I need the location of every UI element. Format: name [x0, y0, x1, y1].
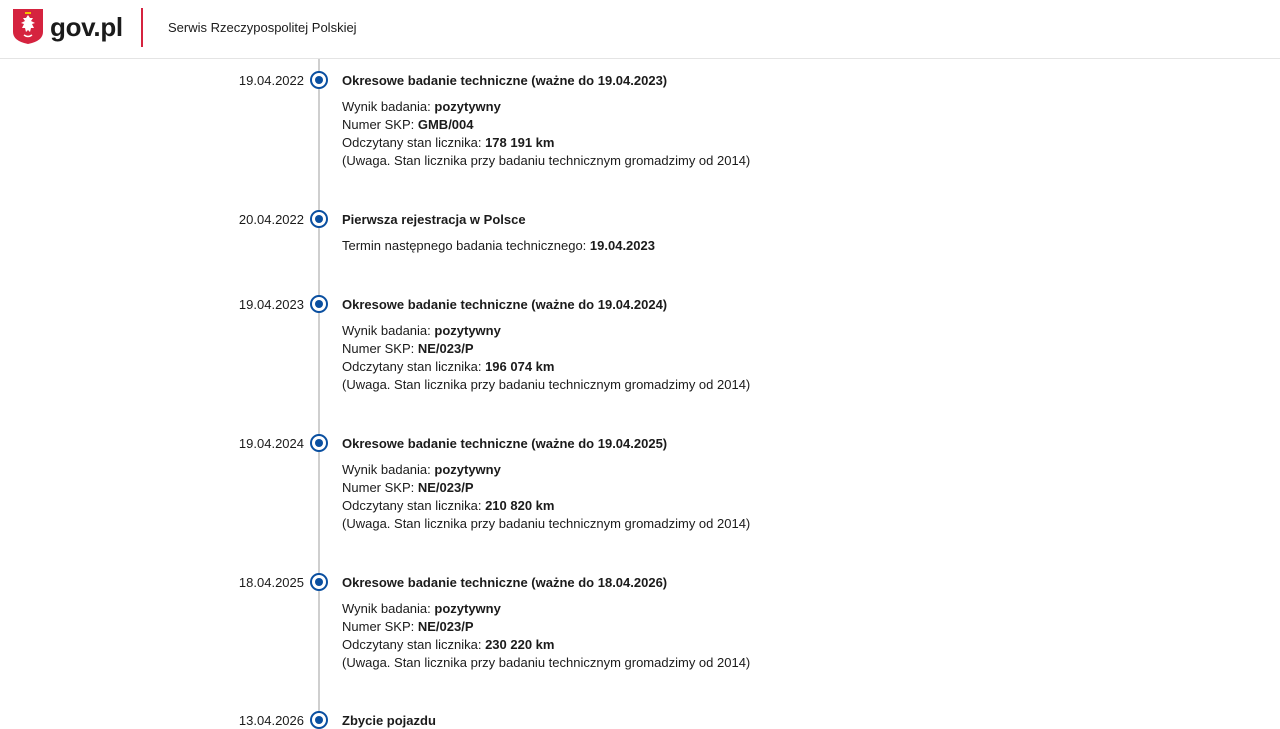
- odometer-reading: Odczytany stan licznika: 196 074 km: [342, 359, 555, 374]
- timeline-dot-icon: [310, 573, 328, 591]
- timeline-dot-icon: [310, 295, 328, 313]
- inspection-result: Wynik badania: pozytywny: [342, 323, 501, 338]
- event-title: Zbycie pojazdu: [342, 713, 436, 728]
- skp-number: Numer SKP: NE/023/P: [342, 480, 474, 495]
- inspection-result: Wynik badania: pozytywny: [342, 601, 501, 616]
- event-date: 19.04.2022: [238, 73, 304, 88]
- skp-number: Numer SKP: NE/023/P: [342, 619, 474, 634]
- event-date: 13.04.2026: [238, 713, 304, 728]
- odometer-reading: Odczytany stan licznika: 230 220 km: [342, 637, 555, 652]
- event-details: Wynik badania: pozytywny Numer SKP: GMB/…: [342, 98, 750, 170]
- service-name: Serwis Rzeczypospolitej Polskiej: [168, 20, 357, 35]
- event-details: Wynik badania: pozytywny Numer SKP: NE/0…: [342, 461, 750, 533]
- inspection-result: Wynik badania: pozytywny: [342, 462, 501, 477]
- event-title: Okresowe badanie techniczne (ważne do 19…: [342, 73, 668, 88]
- event-title: Okresowe badanie techniczne (ważne do 19…: [342, 297, 668, 312]
- timeline-dot-icon: [310, 210, 328, 228]
- next-inspection-date: Termin następnego badania technicznego: …: [342, 238, 655, 253]
- polish-eagle-emblem-icon[interactable]: [12, 8, 44, 45]
- odometer-note: (Uwaga. Stan licznika przy badaniu techn…: [342, 516, 751, 531]
- event-details: Wynik badania: pozytywny Numer SKP: NE/0…: [342, 322, 750, 394]
- event-date: 18.04.2025: [238, 575, 304, 590]
- site-header: gov.pl Serwis Rzeczypospolitej Polskiej: [0, 0, 1280, 59]
- skp-number: Numer SKP: GMB/004: [342, 117, 474, 132]
- header-divider: [141, 8, 143, 47]
- skp-number: Numer SKP: NE/023/P: [342, 341, 474, 356]
- odometer-note: (Uwaga. Stan licznika przy badaniu techn…: [342, 153, 751, 168]
- timeline-dot-icon: [310, 71, 328, 89]
- odometer-reading: Odczytany stan licznika: 210 820 km: [342, 498, 555, 513]
- odometer-note: (Uwaga. Stan licznika przy badaniu techn…: [342, 377, 751, 392]
- odometer-reading: Odczytany stan licznika: 178 191 km: [342, 135, 555, 150]
- event-title: Pierwsza rejestracja w Polsce: [342, 212, 526, 227]
- timeline-dot-icon: [310, 434, 328, 452]
- event-details: Wynik badania: pozytywny Numer SKP: NE/0…: [342, 600, 750, 672]
- event-date: 19.04.2024: [238, 436, 304, 451]
- inspection-result: Wynik badania: pozytywny: [342, 99, 501, 114]
- event-title: Okresowe badanie techniczne (ważne do 18…: [342, 575, 668, 590]
- event-details: Termin następnego badania technicznego: …: [342, 237, 655, 255]
- event-date: 19.04.2023: [238, 297, 304, 312]
- event-title: Okresowe badanie techniczne (ważne do 19…: [342, 436, 668, 451]
- odometer-note: (Uwaga. Stan licznika przy badaniu techn…: [342, 655, 751, 670]
- timeline-line: [318, 59, 320, 729]
- gov-pl-logo[interactable]: gov.pl: [50, 11, 123, 43]
- timeline-dot-icon: [310, 711, 328, 729]
- event-date: 20.04.2022: [238, 212, 304, 227]
